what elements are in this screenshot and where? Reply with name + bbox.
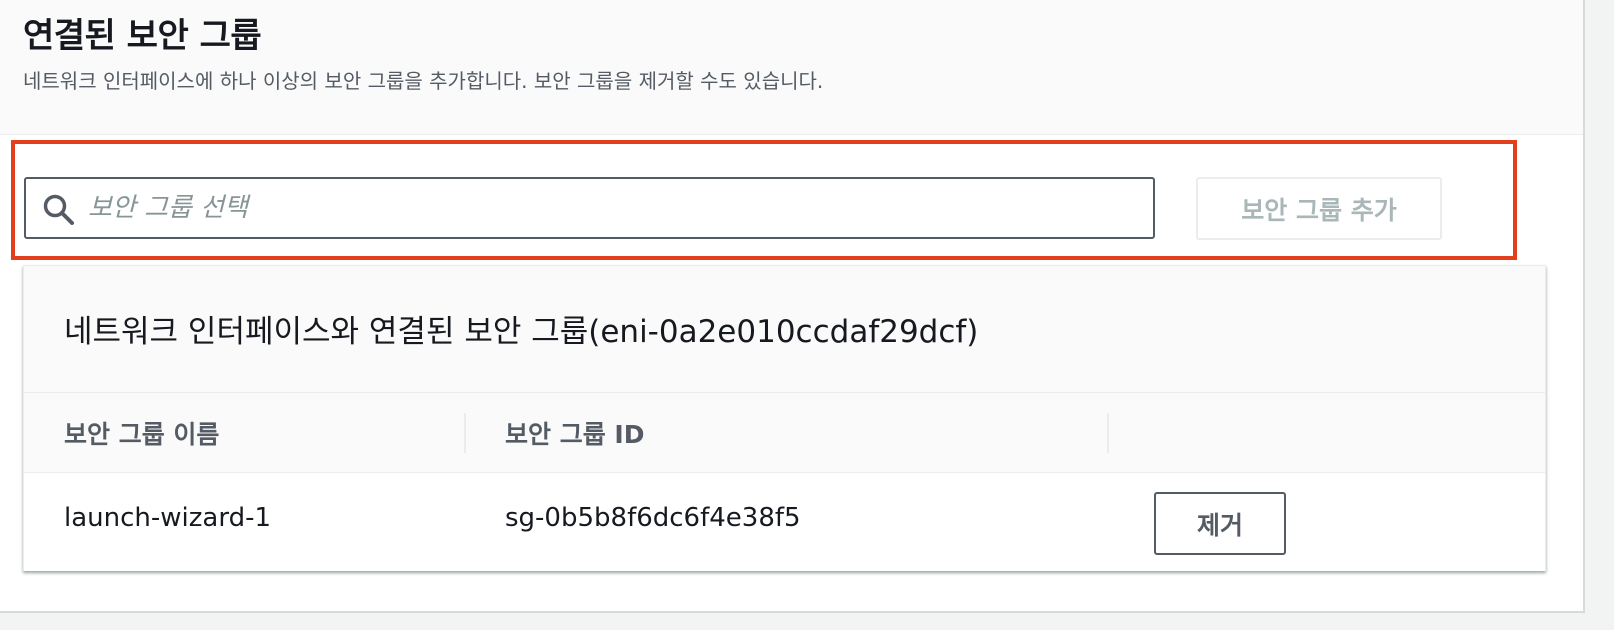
security-group-search[interactable] bbox=[24, 177, 1155, 239]
security-groups-panel: 연결된 보안 그룹 네트워크 인터페이스에 하나 이상의 보안 그룹을 추가합니… bbox=[0, 0, 1585, 613]
add-security-group-button[interactable]: 보안 그룹 추가 bbox=[1196, 177, 1442, 240]
table-header: 네트워크 인터페이스와 연결된 보안 그룹(eni-0a2e010ccdaf29… bbox=[24, 266, 1545, 393]
panel-title: 연결된 보안 그룹 bbox=[23, 16, 262, 56]
panel-header: 연결된 보안 그룹 네트워크 인터페이스에 하나 이상의 보안 그룹을 추가합니… bbox=[0, 0, 1583, 135]
search-icon bbox=[43, 194, 74, 225]
security-groups-table: 네트워크 인터페이스와 연결된 보안 그룹(eni-0a2e010ccdaf29… bbox=[23, 265, 1546, 571]
remove-security-group-button[interactable]: 제거 bbox=[1154, 492, 1286, 555]
table-title: 네트워크 인터페이스와 연결된 보안 그룹(eni-0a2e010ccdaf29… bbox=[64, 314, 979, 350]
panel-description: 네트워크 인터페이스에 하나 이상의 보안 그룹을 추가합니다. 보안 그룹을 … bbox=[23, 69, 824, 93]
column-divider bbox=[1107, 413, 1109, 453]
security-group-name-cell: launch-wizard-1 bbox=[64, 503, 271, 533]
column-divider bbox=[464, 413, 466, 453]
column-header-name[interactable]: 보안 그룹 이름 bbox=[64, 415, 219, 451]
table-column-headers: 보안 그룹 이름 보안 그룹 ID bbox=[24, 393, 1545, 473]
security-group-id-cell: sg-0b5b8f6dc6f4e38f5 bbox=[505, 503, 801, 533]
table-row: launch-wizard-1 sg-0b5b8f6dc6f4e38f5 제거 bbox=[24, 473, 1545, 571]
security-group-search-input[interactable] bbox=[88, 187, 1138, 229]
column-header-id[interactable]: 보안 그룹 ID bbox=[505, 415, 644, 451]
